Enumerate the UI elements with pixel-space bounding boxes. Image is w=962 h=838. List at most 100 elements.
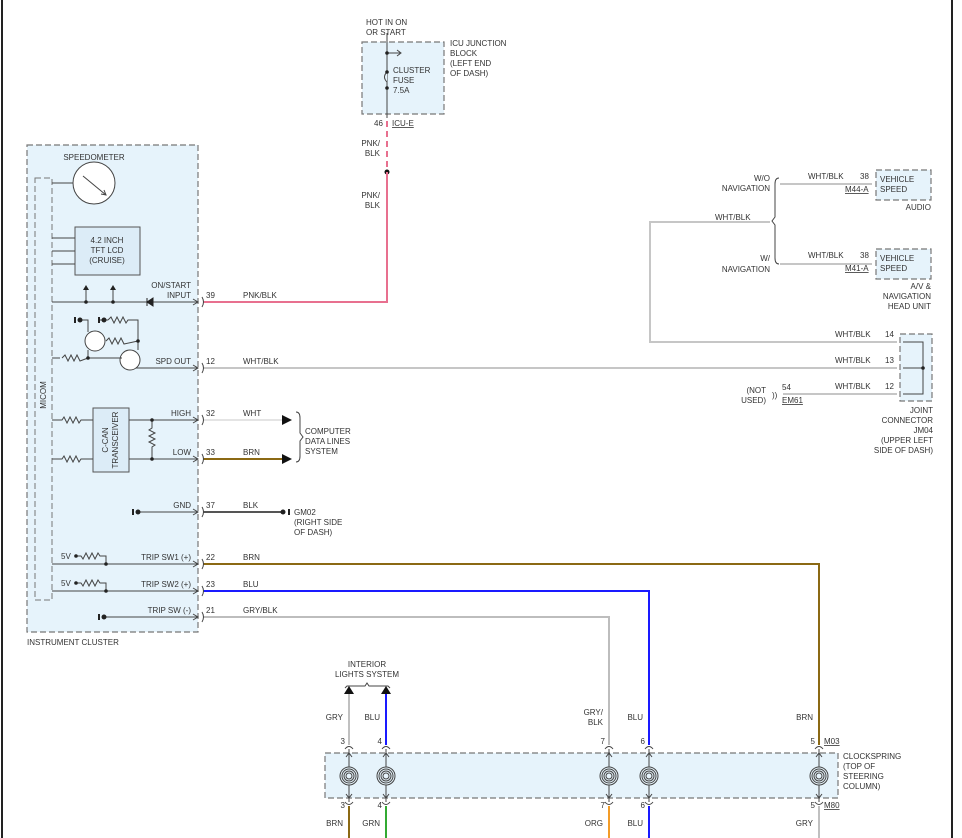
connector-id: ICU-E bbox=[392, 119, 414, 128]
wire-pnk-blk bbox=[203, 172, 388, 303]
wire-label: WHT/BLK bbox=[243, 357, 279, 366]
fuse-label: 7.5A bbox=[393, 86, 410, 95]
block-label: (LEFT END bbox=[450, 59, 491, 68]
pin-label: LOW bbox=[173, 448, 192, 457]
box-label: SPEED bbox=[880, 264, 907, 273]
block-label: OF DASH) bbox=[450, 69, 489, 78]
wire-label: GRN bbox=[362, 819, 380, 828]
pin-number: 38 bbox=[860, 251, 869, 260]
connector-id: M41-A bbox=[845, 264, 869, 273]
lcd-label: (CRUISE) bbox=[89, 256, 125, 265]
joint-connector: WHT/BLK 14 WHT/BLK 13 WHT/BLK 12 (NOT US… bbox=[741, 330, 933, 455]
spiral-icon bbox=[376, 766, 396, 786]
pin-number: 5 bbox=[811, 801, 816, 810]
wire-gry-blk-trip bbox=[203, 616, 610, 745]
wire-label: BLU bbox=[243, 580, 259, 589]
data-lines-label: DATA LINES bbox=[305, 437, 350, 446]
pin-number: 14 bbox=[885, 330, 894, 339]
ground-label: GM02 bbox=[294, 508, 316, 517]
clockspring-box bbox=[324, 752, 839, 799]
icu-junction-block: HOT IN ON OR START ICU JUNCTION BLOCK (L… bbox=[361, 18, 506, 210]
pin-number: 54 bbox=[782, 383, 791, 392]
pin-number: 3 bbox=[341, 737, 346, 746]
pin-label: TRIP SW2 (+) bbox=[141, 580, 191, 589]
pin-number: 32 bbox=[206, 409, 215, 418]
pin-label: TRIP SW1 (+) bbox=[141, 553, 191, 562]
joint-label: JM04 bbox=[913, 426, 933, 435]
transceiver-label: C-CAN bbox=[101, 427, 110, 453]
5v-label: 5V bbox=[61, 552, 71, 561]
pin-label: ON/START bbox=[151, 281, 191, 290]
wires bbox=[203, 172, 897, 838]
not-used-label: USED) bbox=[741, 396, 766, 405]
spiral-icon bbox=[599, 766, 619, 786]
box-label: VEHICLE bbox=[880, 175, 914, 184]
transceiver-label: TRANSCEIVER bbox=[111, 411, 120, 468]
speedometer-label: SPEEDOMETER bbox=[63, 153, 125, 162]
wire-label: BRN bbox=[243, 553, 260, 562]
wire-label: ORG bbox=[585, 819, 603, 828]
unit-label: HEAD UNIT bbox=[888, 302, 931, 311]
block-label: BLOCK bbox=[450, 49, 478, 58]
pin-number: 4 bbox=[378, 801, 383, 810]
pin-number: 3 bbox=[341, 801, 346, 810]
wire-label: BLK bbox=[365, 149, 381, 158]
not-used-label: (NOT bbox=[746, 386, 766, 395]
connector-id: M03 bbox=[824, 737, 840, 746]
wire-label: WHT bbox=[243, 409, 261, 418]
pin-number: 33 bbox=[206, 448, 215, 457]
interior-lights: INTERIOR LIGHTS SYSTEM bbox=[335, 660, 399, 694]
spiral-icon bbox=[339, 766, 359, 786]
wire-label: BLK bbox=[243, 501, 259, 510]
box-label: SPEED bbox=[880, 185, 907, 194]
box-label: VEHICLE bbox=[880, 254, 914, 263]
ground-icon bbox=[98, 614, 100, 620]
wire-label: WHT/BLK bbox=[808, 172, 844, 181]
nav-label: W/O bbox=[754, 174, 770, 183]
joint-label: CONNECTOR bbox=[882, 416, 934, 425]
connector-id: M44-A bbox=[845, 185, 869, 194]
lcd-label: TFT LCD bbox=[91, 246, 124, 255]
pin-number: 6 bbox=[641, 801, 646, 810]
connector-id: M80 bbox=[824, 801, 840, 810]
clockspring-label: COLUMN) bbox=[843, 782, 881, 791]
wire-label: PNK/ bbox=[361, 191, 380, 200]
pin-label: INPUT bbox=[167, 291, 191, 300]
interior-label: LIGHTS SYSTEM bbox=[335, 670, 399, 679]
speedometer-gauge-icon bbox=[72, 161, 116, 205]
wire-label: WHT/BLK bbox=[835, 330, 871, 339]
ground-label: (RIGHT SIDE bbox=[294, 518, 342, 527]
computer-data-lines: COMPUTER DATA LINES SYSTEM GM02 (RIGHT S… bbox=[280, 411, 351, 537]
navigation-branch: WHT/BLK W/O NAVIGATION W/ NAVIGATION WHT… bbox=[715, 169, 932, 311]
spiral-icon bbox=[639, 766, 659, 786]
pin-number: 6 bbox=[641, 737, 646, 746]
clockspring-label: CLOCKSPRING bbox=[843, 752, 901, 761]
connector-symbol: )) bbox=[772, 391, 778, 400]
pin-label: SPD OUT bbox=[155, 357, 191, 366]
diagram-canvas: HOT IN ON OR START ICU JUNCTION BLOCK (L… bbox=[1, 0, 953, 838]
pin-label: GND bbox=[173, 501, 191, 510]
wire-label: BRN bbox=[243, 448, 260, 457]
wire-label: BLU bbox=[627, 713, 643, 722]
block-label: ICU JUNCTION bbox=[450, 39, 507, 48]
pin-number: 22 bbox=[206, 553, 215, 562]
fuse-label: CLUSTER bbox=[393, 66, 431, 75]
ground-icon bbox=[288, 509, 290, 515]
cluster-title: INSTRUMENT CLUSTER bbox=[27, 638, 119, 647]
connector-id: EM61 bbox=[782, 396, 803, 405]
wire-label: GRY bbox=[796, 819, 814, 828]
wire-label: PNK/ bbox=[361, 139, 380, 148]
clockspring-label: (TOP OF bbox=[843, 762, 875, 771]
micom-label: MICOM bbox=[39, 381, 48, 409]
fuse-label: FUSE bbox=[393, 76, 414, 85]
transistor-icon bbox=[119, 349, 141, 371]
unit-label: A/V & bbox=[911, 282, 932, 291]
wire-wht-blk-nav bbox=[649, 221, 897, 343]
joint-label: JOINT bbox=[910, 406, 933, 415]
joint-label: SIDE OF DASH) bbox=[874, 446, 933, 455]
wire-label: WHT/BLK bbox=[835, 382, 871, 391]
wire-label: GRY/BLK bbox=[243, 606, 278, 615]
wire-label: GRY/ bbox=[584, 708, 604, 717]
pin-number: 7 bbox=[601, 737, 606, 746]
nav-label: NAVIGATION bbox=[722, 265, 770, 274]
